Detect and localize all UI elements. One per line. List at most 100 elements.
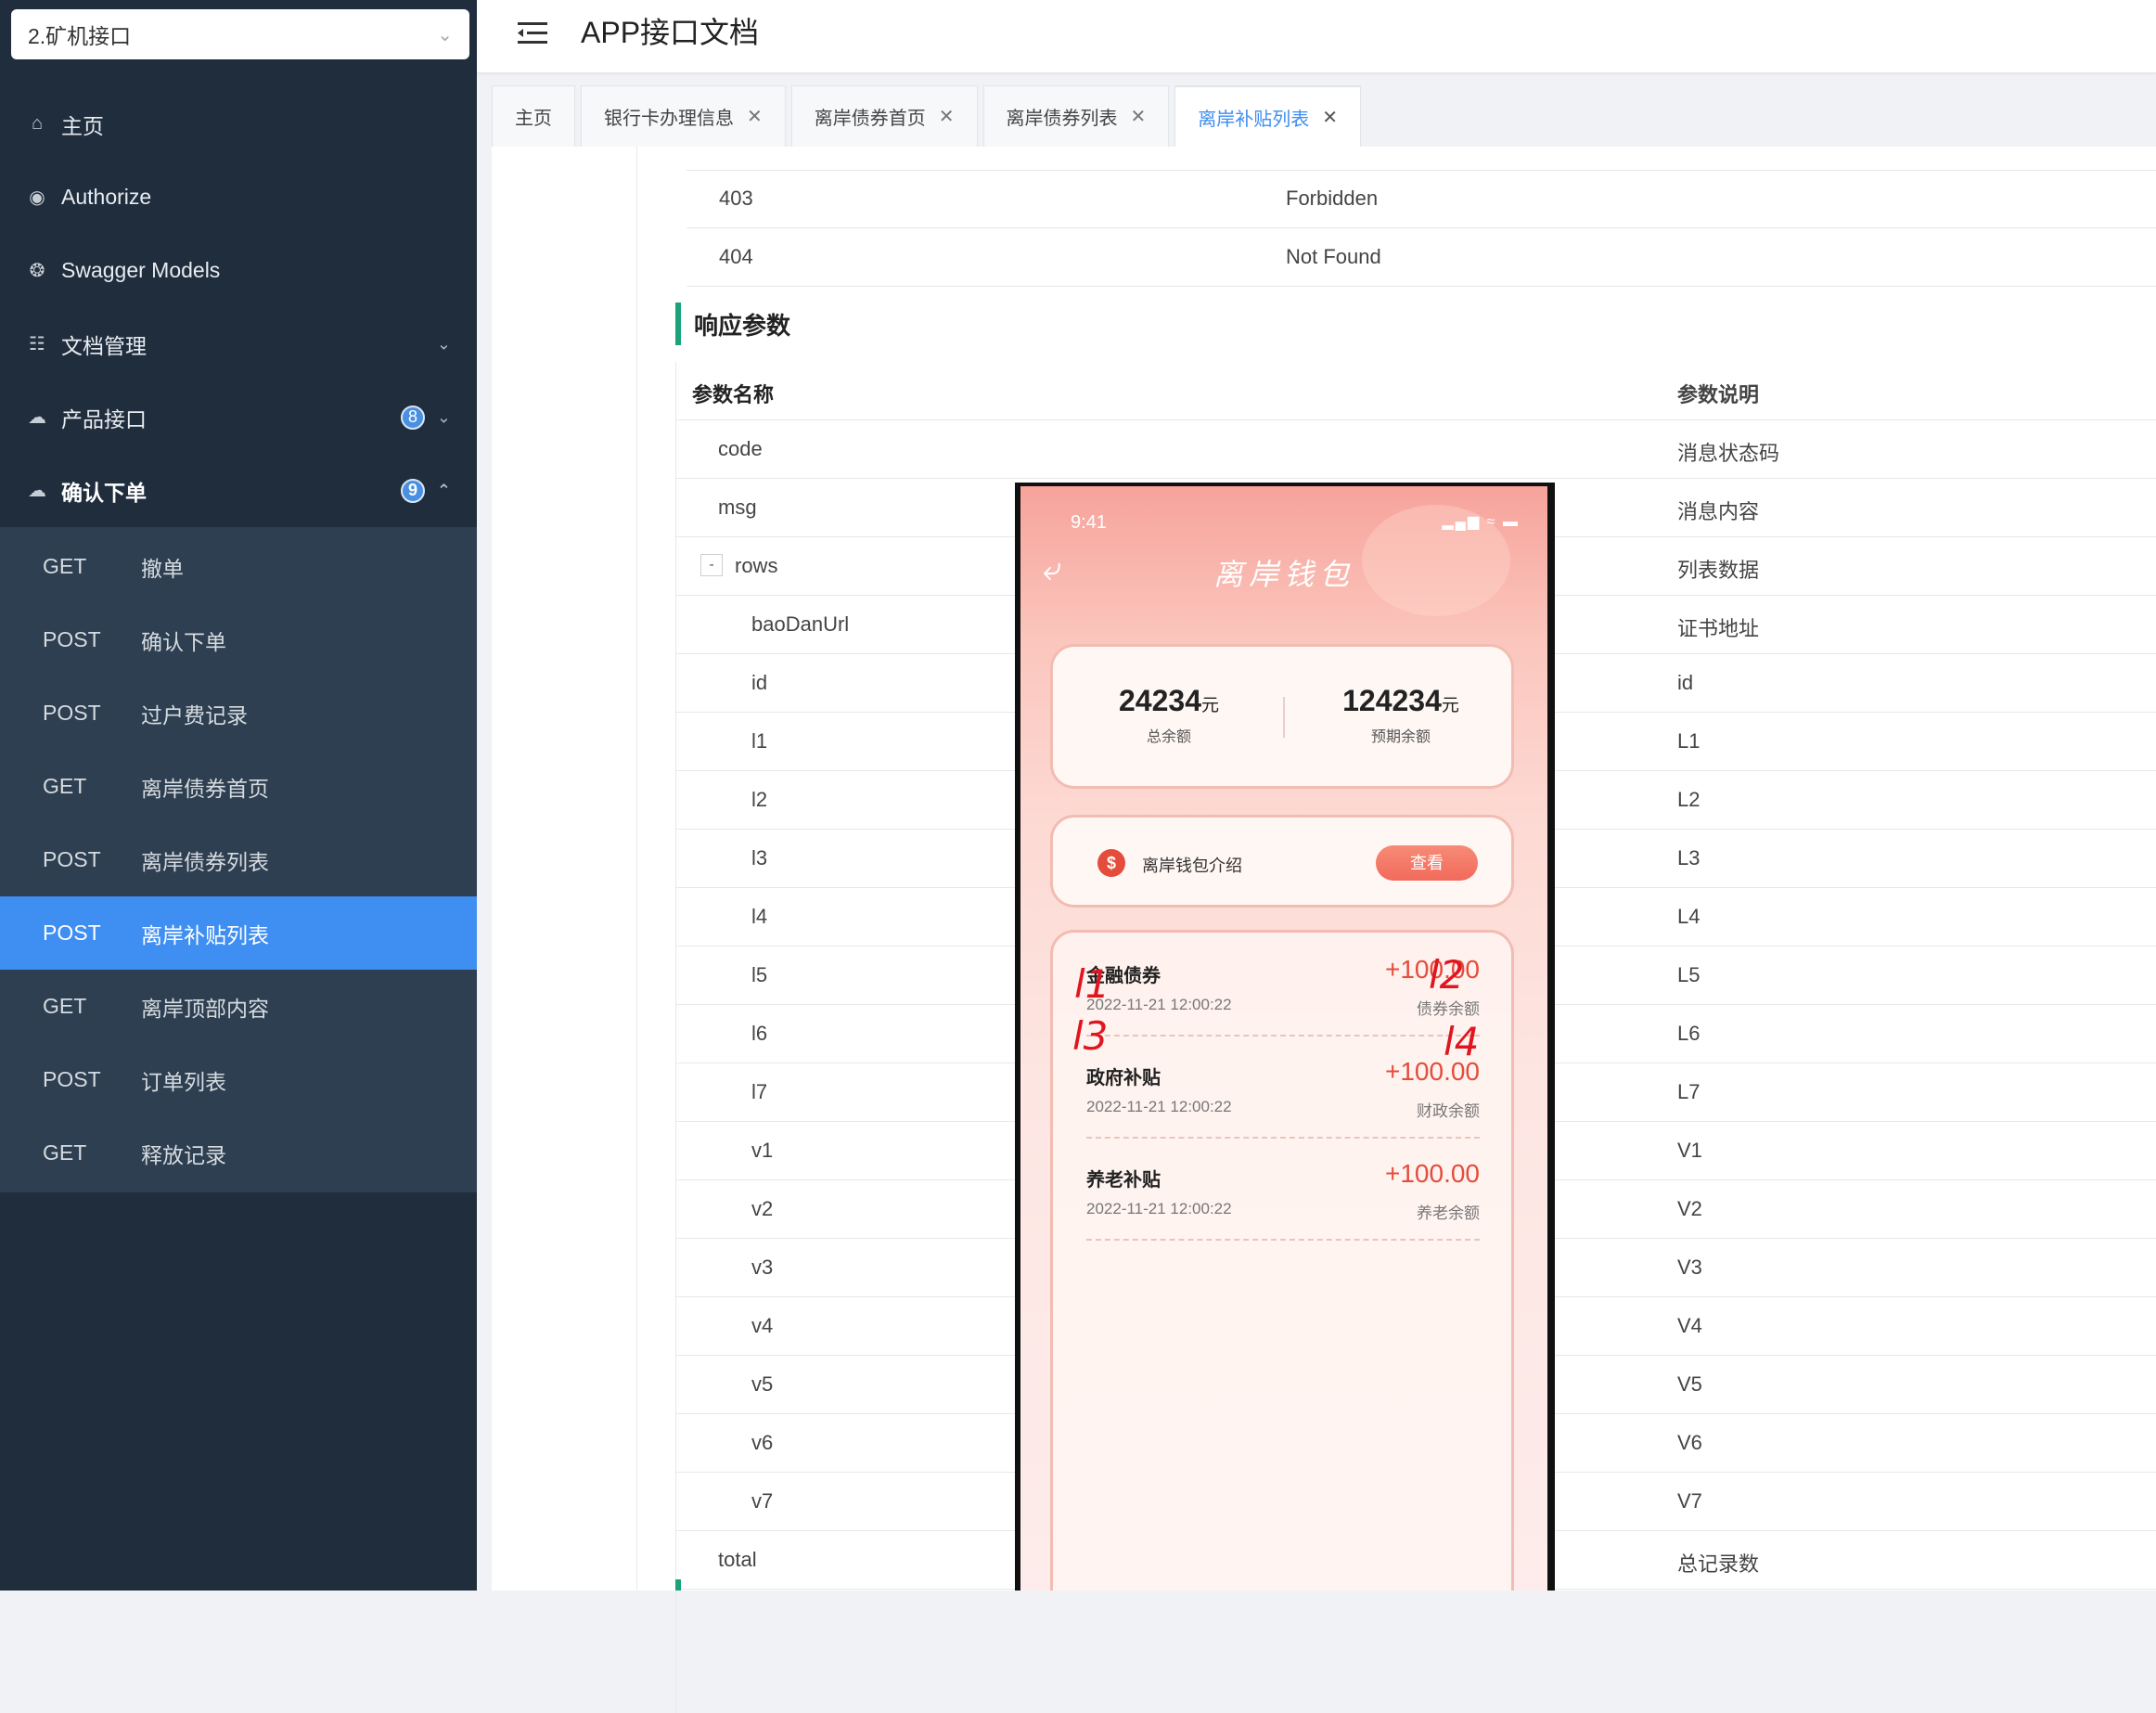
- param-desc: V1: [1677, 1139, 1702, 1162]
- sidebar-subitem[interactable]: POST 订单列表: [0, 1043, 477, 1116]
- item-balance-type: 财政余额: [1417, 1102, 1480, 1120]
- param-desc: 消息内容: [1677, 500, 1760, 523]
- param-desc: L4: [1677, 905, 1700, 928]
- sidebar-subitem[interactable]: POST 过户费记录: [0, 676, 477, 750]
- tab-label: 离岸债券列表: [1006, 109, 1118, 129]
- tab-label: 离岸债券首页: [814, 109, 926, 129]
- status-code: 404: [719, 245, 753, 268]
- item-name: 养老补贴: [1086, 1170, 1161, 1191]
- item-amount: +100.00: [1385, 1159, 1480, 1188]
- tab-offshore-bond-home[interactable]: 离岸债券首页 ✕: [790, 85, 978, 147]
- http-method: GET: [43, 774, 87, 798]
- tab-label: 银行卡办理信息: [604, 109, 734, 129]
- sidebar-subitem-label: 订单列表: [141, 1069, 226, 1094]
- annotation-l2: l2: [1429, 952, 1465, 998]
- param-name: id: [751, 671, 768, 694]
- param-name: l7: [751, 1080, 768, 1103]
- currency-unit: 元: [1441, 696, 1459, 715]
- sidebar-subitem-label: 确认下单: [141, 629, 226, 654]
- close-icon[interactable]: ✕: [939, 105, 955, 128]
- param-name: l1: [751, 729, 768, 753]
- document-icon: ☷: [29, 334, 45, 354]
- sidebar-subitem-label: 释放记录: [141, 1142, 226, 1167]
- param-name: l2: [751, 788, 768, 811]
- sidebar-item-authorize[interactable]: ◉ Authorize: [0, 161, 477, 234]
- view-button[interactable]: 查看: [1376, 845, 1478, 881]
- param-desc: 证书地址: [1677, 617, 1760, 640]
- item-balance-type: 养老余额: [1417, 1204, 1480, 1222]
- divider: [636, 147, 637, 1591]
- total-balance: 24234元 总余额: [1053, 684, 1285, 746]
- list-item[interactable]: 政府补贴 +100.00 2022-11-21 12:00:22 财政余额: [1086, 1035, 1480, 1139]
- sidebar-subitem[interactable]: GET 撤单: [0, 530, 477, 603]
- close-icon[interactable]: ✕: [1322, 106, 1338, 129]
- param-desc: V6: [1677, 1431, 1702, 1454]
- collapse-toggle[interactable]: -: [700, 554, 723, 576]
- chevron-down-icon: ⌄: [437, 24, 453, 45]
- tab-bar: 主页 银行卡办理信息 ✕ 离岸债券首页 ✕ 离岸债券列表 ✕ 离岸补贴列表 ✕: [492, 85, 1362, 147]
- annotation-l1: l1: [1074, 961, 1110, 1007]
- http-method: GET: [43, 994, 87, 1018]
- sidebar-item-label: Authorize: [61, 185, 152, 209]
- sidebar-item-home[interactable]: ⌂ 主页: [0, 87, 477, 161]
- param-name: v3: [751, 1256, 774, 1279]
- tab-offshore-bond-list[interactable]: 离岸债券列表 ✕: [982, 85, 1170, 147]
- project-select[interactable]: 2.矿机接口 ⌄: [11, 9, 469, 59]
- top-header: APP接口文档: [477, 0, 2156, 73]
- sidebar-item-product-api[interactable]: ☁ 产品接口 8 ⌄: [0, 380, 477, 454]
- sidebar-subitem[interactable]: GET 离岸债券首页: [0, 750, 477, 823]
- param-name: l4: [751, 905, 768, 928]
- cloud-icon: ☁: [28, 481, 46, 501]
- list-item[interactable]: 金融债券 +100.00 2022-11-21 12:00:22 债券余额: [1086, 933, 1480, 1037]
- tab-offshore-subsidy-list[interactable]: 离岸补贴列表 ✕: [1174, 85, 1362, 147]
- param-name: v4: [751, 1314, 774, 1337]
- column-header: 参数名称: [692, 383, 775, 406]
- http-method: POST: [43, 1067, 101, 1091]
- cloud-icon: ☁: [28, 407, 46, 428]
- status-code: 403: [719, 187, 753, 210]
- annotation-l4: l4: [1444, 1019, 1480, 1064]
- http-method: POST: [43, 627, 101, 651]
- sidebar-subitem[interactable]: POST 确认下单: [0, 603, 477, 676]
- sidebar-subitem-active[interactable]: POST 离岸补贴列表: [0, 896, 477, 970]
- chevron-down-icon: ⌄: [436, 407, 451, 426]
- http-method: GET: [43, 554, 87, 578]
- param-desc: id: [1677, 671, 1694, 694]
- cube-icon: ❂: [29, 261, 45, 281]
- section-title: 响应参数: [675, 303, 790, 345]
- tab-bank-card-info[interactable]: 银行卡办理信息 ✕: [581, 85, 786, 147]
- sidebar-subitem[interactable]: POST 离岸债券列表: [0, 823, 477, 896]
- tab-home[interactable]: 主页: [492, 85, 575, 147]
- project-select-value: 2.矿机接口: [28, 24, 132, 48]
- currency-unit: 元: [1200, 696, 1219, 715]
- sidebar-subitem[interactable]: GET 释放记录: [0, 1116, 477, 1190]
- param-name: l6: [751, 1022, 768, 1045]
- param-name: code: [718, 437, 763, 460]
- wallet-intro-card: $ 离岸钱包介绍 查看: [1050, 815, 1514, 908]
- balance-card: 24234元 总余额 124234元 预期余额: [1050, 644, 1514, 789]
- item-balance-type: 债券余额: [1417, 1000, 1480, 1018]
- expected-balance-value: 124234: [1342, 684, 1442, 717]
- sidebar-item-swagger-models[interactable]: ❂ Swagger Models: [0, 234, 477, 307]
- item-name: 政府补贴: [1086, 1068, 1161, 1088]
- total-balance-label: 总余额: [1146, 729, 1191, 745]
- total-balance-value: 24234: [1119, 684, 1201, 717]
- tab-label: 离岸补贴列表: [1198, 109, 1310, 130]
- param-name: v5: [751, 1372, 774, 1396]
- phone-page-title: 离岸钱包: [1213, 557, 1354, 592]
- sidebar-item-label: Swagger Models: [61, 258, 221, 282]
- param-desc: V2: [1677, 1197, 1702, 1220]
- item-date: 2022-11-21 12:00:22: [1086, 1200, 1232, 1217]
- http-method: POST: [43, 701, 101, 725]
- sidebar-item-doc-management[interactable]: ☷ 文档管理 ⌄: [0, 307, 477, 380]
- param-name: l3: [751, 846, 768, 869]
- close-icon[interactable]: ✕: [747, 105, 763, 128]
- sidebar-subitem[interactable]: GET 离岸顶部内容: [0, 970, 477, 1043]
- param-desc: V5: [1677, 1372, 1702, 1396]
- count-badge: 8: [401, 405, 425, 430]
- menu-collapse-icon[interactable]: [514, 15, 551, 52]
- sidebar: 2.矿机接口 ⌄ ⌂ 主页 ◉ Authorize ❂ Swagger Mode…: [0, 0, 477, 1591]
- list-item[interactable]: 养老补贴 +100.00 2022-11-21 12:00:22 养老余额: [1086, 1137, 1480, 1241]
- close-icon[interactable]: ✕: [1131, 105, 1147, 128]
- sidebar-item-confirm-order[interactable]: ☁ 确认下单 9 ⌃: [0, 454, 477, 527]
